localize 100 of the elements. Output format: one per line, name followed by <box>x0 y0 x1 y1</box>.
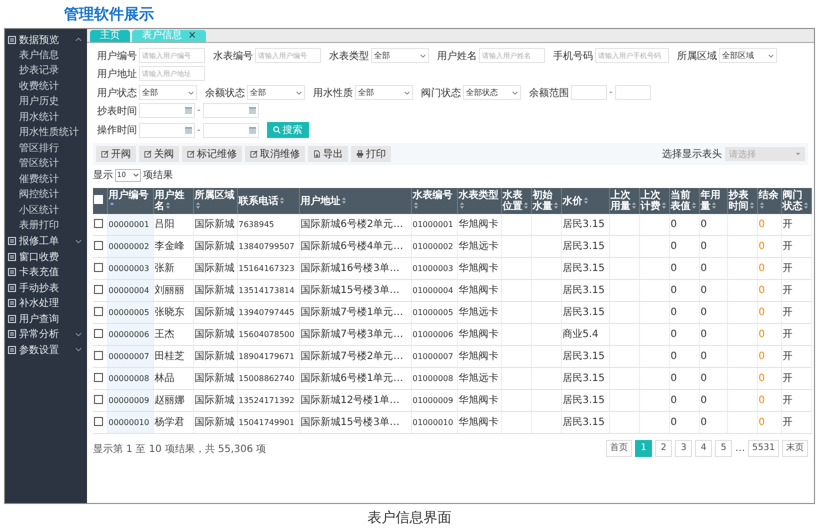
column-header[interactable]: 用户编号 <box>107 188 153 214</box>
input-field[interactable] <box>614 85 651 100</box>
input-field[interactable] <box>571 85 607 100</box>
column-header[interactable]: 上次计费 <box>639 188 669 214</box>
sidebar-group[interactable]: 报修工单 <box>5 234 87 249</box>
row-checkbox[interactable] <box>94 328 103 338</box>
sort-icon[interactable] <box>584 196 588 204</box>
select-field[interactable]: 全部 <box>355 85 413 100</box>
column-header[interactable]: 联系电话 <box>237 188 299 214</box>
date-field[interactable] <box>202 122 259 138</box>
column-header[interactable]: 上次用量 <box>609 188 639 214</box>
column-header[interactable]: 水表位置 <box>501 188 531 214</box>
tab[interactable]: 表户信息 × <box>132 30 206 42</box>
sort-icon[interactable] <box>662 202 666 209</box>
column-header[interactable]: 所属区域 <box>193 188 237 214</box>
date-field[interactable] <box>202 103 259 118</box>
sidebar-item[interactable]: 小区统计 <box>5 202 87 218</box>
date-field[interactable] <box>139 103 195 118</box>
row-checkbox[interactable] <box>94 394 103 404</box>
sidebar-group[interactable]: 卡表充值 <box>5 264 87 280</box>
sort-icon[interactable] <box>524 202 528 209</box>
sort-icon[interactable] <box>750 202 754 209</box>
sidebar-group[interactable]: 用户查询 <box>5 311 87 326</box>
sort-icon[interactable] <box>554 202 558 209</box>
sort-icon[interactable] <box>760 202 764 209</box>
calendar-icon[interactable] <box>185 126 192 134</box>
sort-icon[interactable] <box>804 202 808 209</box>
column-header[interactable]: 年用量 <box>699 188 727 214</box>
sidebar-group[interactable]: 异常分析 <box>5 326 87 342</box>
select-field[interactable]: 全部状态 <box>463 85 521 100</box>
column-header[interactable]: 水表编号 <box>411 188 457 214</box>
select-field[interactable]: 全部 <box>371 48 429 63</box>
table-cell: 13524171392 <box>238 396 294 404</box>
table-cell: 13840799507 <box>238 242 294 250</box>
column-header[interactable]: 用户姓名 <box>153 188 193 214</box>
row-checkbox[interactable] <box>94 350 103 360</box>
sidebar-group[interactable]: 参数设置 <box>5 342 87 358</box>
toolbar-button[interactable]: 标记维修 <box>182 146 242 162</box>
sidebar-group[interactable]: 手动抄表 <box>5 280 87 296</box>
page-button[interactable]: 首页 <box>606 440 632 457</box>
row-checkbox[interactable] <box>94 218 103 228</box>
toolbar-button[interactable]: 导出 <box>308 146 348 162</box>
close-icon[interactable]: × <box>188 30 196 41</box>
row-checkbox[interactable] <box>94 372 103 382</box>
select-field[interactable]: 全部 <box>139 85 197 100</box>
sort-icon[interactable] <box>692 202 696 209</box>
page-button[interactable]: 末页 <box>782 440 808 457</box>
column-header[interactable]: 当前表值 <box>669 188 699 214</box>
toolbar-button[interactable]: 关阀 <box>139 146 179 162</box>
calendar-icon[interactable] <box>248 107 256 114</box>
sort-icon[interactable] <box>460 202 464 209</box>
column-header[interactable]: 水价 <box>561 188 609 214</box>
sort-icon[interactable] <box>342 196 346 204</box>
sort-icon[interactable] <box>632 202 636 209</box>
page-button[interactable]: 5 <box>715 440 732 457</box>
column-header[interactable]: 抄表时间 <box>727 188 757 214</box>
select-all-checkbox[interactable] <box>94 195 103 204</box>
date-field[interactable] <box>139 122 195 138</box>
row-checkbox[interactable] <box>94 262 103 272</box>
table-cell: 00000010 <box>108 418 150 426</box>
sort-icon[interactable] <box>414 202 418 209</box>
column-header[interactable]: 阀门状态 <box>781 188 811 214</box>
column-header[interactable]: 用户地址 <box>299 188 411 214</box>
toolbar-button[interactable]: 打印 <box>351 146 391 162</box>
sidebar-item[interactable]: 用水统计 <box>5 110 87 125</box>
sort-icon[interactable] <box>280 196 284 204</box>
toolbar-button[interactable]: 开阀 <box>96 146 136 162</box>
sort-icon[interactable] <box>196 202 200 209</box>
sidebar-item[interactable]: 管区统计 <box>5 156 87 172</box>
select-field[interactable]: 全部 <box>247 85 305 100</box>
field-label: 水表类型 <box>329 50 369 62</box>
page-button[interactable]: 5531 <box>748 440 779 457</box>
sidebar-item[interactable]: 表册打印 <box>5 218 87 234</box>
page-button[interactable]: 2 <box>655 440 672 457</box>
sidebar-group[interactable]: 数据预览 <box>5 32 87 48</box>
column-header[interactable]: 结余 <box>757 188 781 214</box>
calendar-icon[interactable] <box>248 126 256 134</box>
sidebar-item[interactable]: 用水性质统计 <box>5 125 87 140</box>
sidebar-item[interactable]: 表户信息 <box>5 48 87 63</box>
sidebar-item[interactable]: 阀控统计 <box>5 187 87 202</box>
sidebar-item[interactable]: 管区排行 <box>5 140 87 156</box>
row-checkbox[interactable] <box>94 416 103 426</box>
sidebar-group[interactable]: 窗口收费 <box>5 249 87 264</box>
sidebar-group[interactable]: 补水处理 <box>5 296 87 311</box>
row-checkbox[interactable] <box>94 284 103 294</box>
sidebar-item[interactable]: 用户历史 <box>5 94 87 110</box>
table-cell: 0 <box>670 416 677 428</box>
page-button[interactable]: 3 <box>675 440 692 457</box>
sort-icon[interactable] <box>712 202 716 209</box>
select-field[interactable]: 全部区域 <box>719 48 777 63</box>
sort-icon[interactable] <box>166 202 170 209</box>
row-checkbox[interactable] <box>94 240 103 250</box>
toolbar-button[interactable]: 取消维修 <box>245 146 305 162</box>
sidebar-item[interactable]: 抄表记录 <box>5 63 87 78</box>
sidebar-item[interactable]: 收费统计 <box>5 78 87 94</box>
column-header[interactable]: 水表类型 <box>457 188 501 214</box>
column-header[interactable]: 初始水量 <box>531 188 561 214</box>
row-checkbox[interactable] <box>94 306 103 316</box>
sidebar-item[interactable]: 催费统计 <box>5 172 87 187</box>
page-button[interactable]: 4 <box>695 440 712 457</box>
